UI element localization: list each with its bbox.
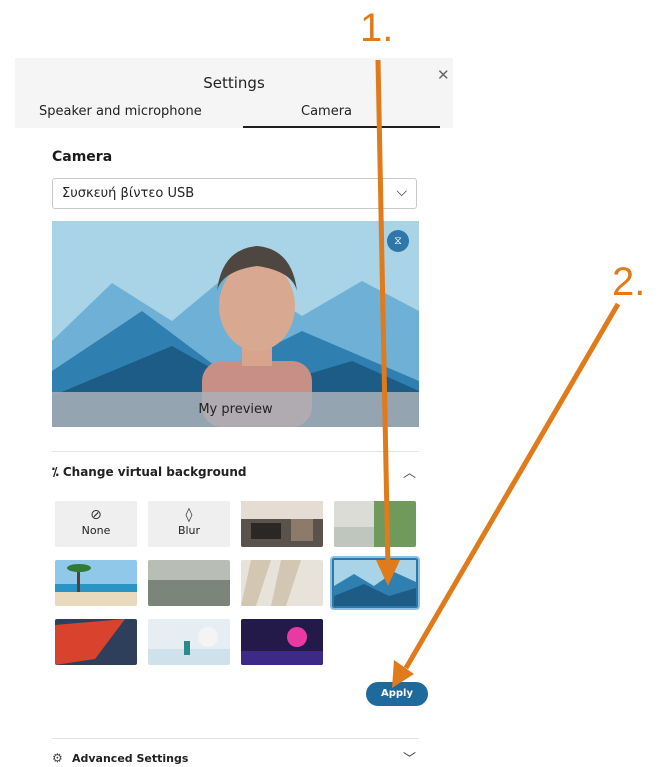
annotation-step-2: 2. — [612, 260, 646, 304]
arrow-2-line — [403, 302, 621, 670]
arrow-1-line — [375, 59, 391, 569]
arrow-1-head — [376, 560, 400, 586]
annotation-step-1: 1. — [360, 6, 394, 50]
annotation-arrows — [375, 59, 621, 688]
